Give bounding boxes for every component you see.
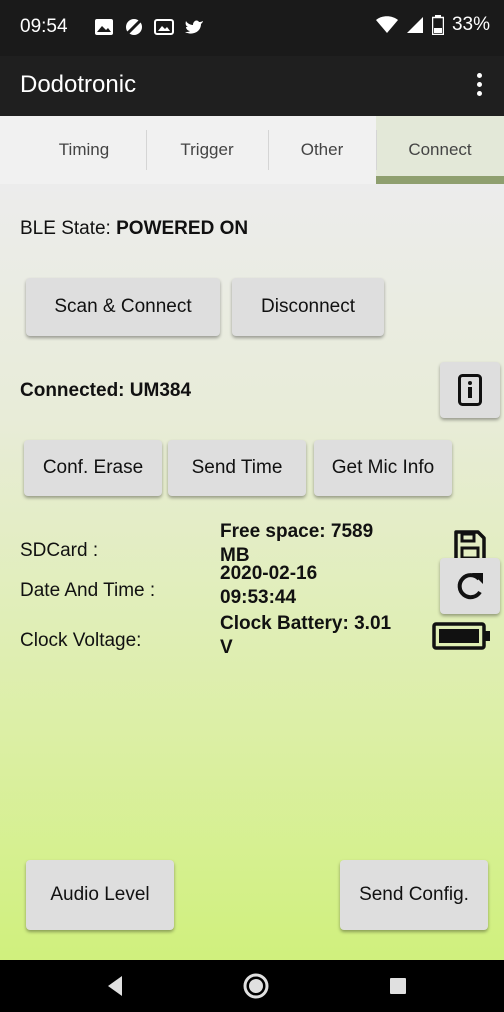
tab-trigger[interactable]: Trigger	[146, 116, 268, 184]
battery-full-icon	[432, 622, 490, 650]
recents-icon[interactable]	[384, 972, 412, 1000]
device-info-icon	[458, 374, 482, 406]
app-bar: Dodotronic	[0, 56, 504, 116]
ble-state-value: POWERED ON	[116, 218, 249, 239]
overflow-menu-icon[interactable]	[474, 70, 484, 102]
wifi-icon	[375, 16, 398, 33]
tab-other[interactable]: Other	[268, 116, 376, 184]
status-bar: 09:54 33%	[0, 0, 504, 56]
sdcard-value: Free space: 7589 MB	[220, 521, 374, 566]
battery-percent: 33%	[451, 14, 490, 35]
disconnect-button[interactable]: Disconnect	[232, 278, 384, 336]
home-icon[interactable]	[242, 972, 270, 1000]
back-icon[interactable]	[102, 972, 130, 1000]
device-info-button[interactable]	[440, 362, 500, 418]
date-time-value: 2020-02-16 09:53:44	[220, 563, 318, 608]
conf-erase-button[interactable]: Conf. Erase	[24, 440, 162, 496]
app-title: Dodotronic	[20, 71, 137, 98]
battery-status	[432, 608, 492, 664]
refresh-time-button[interactable]	[440, 558, 500, 614]
connect-panel: BLE State: POWERED ON Scan & Connect Dis…	[0, 184, 504, 960]
sync-off-icon	[126, 19, 142, 35]
ble-state-label: BLE State:	[20, 218, 111, 239]
status-time: 09:54	[20, 16, 68, 37]
sdcard-label: SDCard :	[20, 540, 99, 561]
scan-connect-button[interactable]: Scan & Connect	[26, 278, 220, 336]
signal-icon	[406, 17, 423, 33]
tab-bar: Timing Trigger Other Connect	[0, 116, 504, 184]
system-nav-bar	[0, 960, 504, 1012]
audio-level-button[interactable]: Audio Level	[26, 860, 174, 930]
battery-icon	[431, 15, 444, 35]
date-time-label: Date And Time :	[20, 580, 156, 601]
ble-state-row: BLE State: POWERED ON	[20, 218, 248, 240]
image-icon	[95, 19, 113, 35]
gallery-icon	[154, 19, 174, 35]
clock-voltage-value: Clock Battery: 3.01 V	[220, 613, 392, 658]
send-time-button[interactable]: Send Time	[168, 440, 306, 496]
clock-voltage-label: Clock Voltage:	[20, 630, 142, 651]
refresh-icon	[457, 573, 483, 600]
send-config-button[interactable]: Send Config.	[340, 860, 488, 930]
connected-device: Connected: UM384	[20, 380, 192, 401]
twitter-icon	[185, 20, 203, 34]
tab-connect[interactable]: Connect	[376, 116, 504, 184]
tab-timing[interactable]: Timing	[22, 116, 146, 184]
get-mic-info-button[interactable]: Get Mic Info	[314, 440, 452, 496]
